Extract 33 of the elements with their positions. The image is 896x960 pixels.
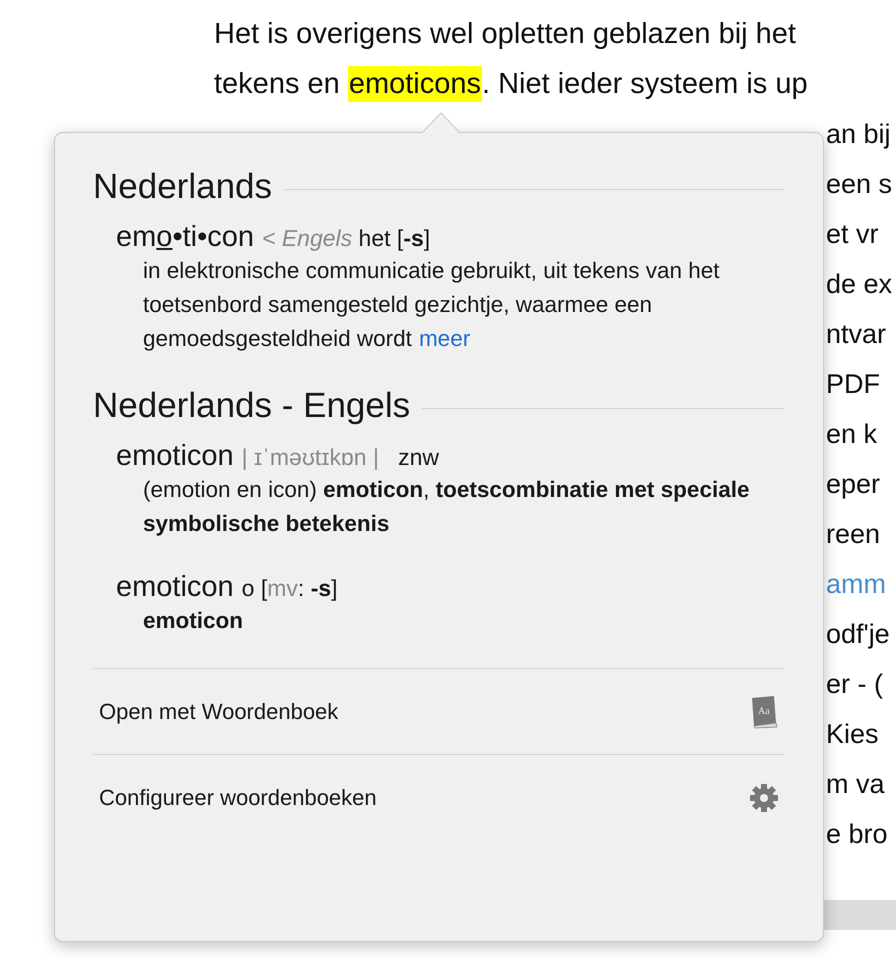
paragraph-fragment: an bij — [826, 119, 891, 149]
paragraph-fragment: Kies — [826, 719, 879, 749]
paragraph-fragment: et vr — [826, 219, 879, 249]
definition: (emotion en icon) emoticon, toetscombinatie met speciale symbolische betekenis — [142, 476, 750, 538]
paragraph-fragment: er - ( — [826, 669, 883, 699]
paragraph-fragment: ntvar — [826, 319, 886, 349]
definition: in elektronische communicatie gebruikt, uit tekens van het toetsenbord samengesteld gezichtje, waarmee een gemoedsgesteldheid wordt meer — [142, 257, 721, 353]
book-icon[interactable]: Aa — [749, 694, 779, 728]
text-link[interactable]: amm — [826, 569, 886, 599]
paragraph-line: Het is overigens wel opletten geblazen bij het — [214, 17, 797, 52]
paragraph-fragment: reen — [826, 519, 880, 549]
headword: emoticon — [116, 571, 234, 604]
headword: emoticon — [116, 440, 234, 473]
definition: emoticon — [142, 607, 244, 635]
paragraph-line: tekens en emoticons. Niet ieder systeem is up — [214, 65, 809, 104]
more-link[interactable]: meer — [418, 326, 470, 351]
settings-icon[interactable] — [749, 782, 779, 812]
grammar-note: | ɪˈməʊtɪkɒn | znw — [242, 444, 440, 471]
paragraph-fragment: m va — [826, 769, 885, 799]
paragraph-fragment: PDF — [826, 369, 880, 399]
paragraph-fragment: eper — [826, 469, 880, 499]
paragraph-fragment: een s — [826, 169, 892, 199]
paragraph-fragment: de ex — [826, 269, 892, 299]
section-title: Nederlands - Engels — [93, 386, 410, 426]
menu-item[interactable]: Configureer woordenboeken — [99, 784, 377, 810]
paragraph-fragment: e bro — [826, 819, 888, 849]
grammar-note: < Engels het [-s] — [262, 225, 430, 252]
paragraph-fragment: odf'je — [826, 619, 890, 649]
grammar-note: o [mv: -s] — [242, 575, 338, 602]
headword: emo•ti•con — [116, 221, 254, 254]
paragraph-fragment: en k — [826, 419, 878, 449]
menu-item[interactable]: Open met Woordenboek — [99, 698, 338, 724]
section-title: Nederlands — [93, 167, 272, 207]
